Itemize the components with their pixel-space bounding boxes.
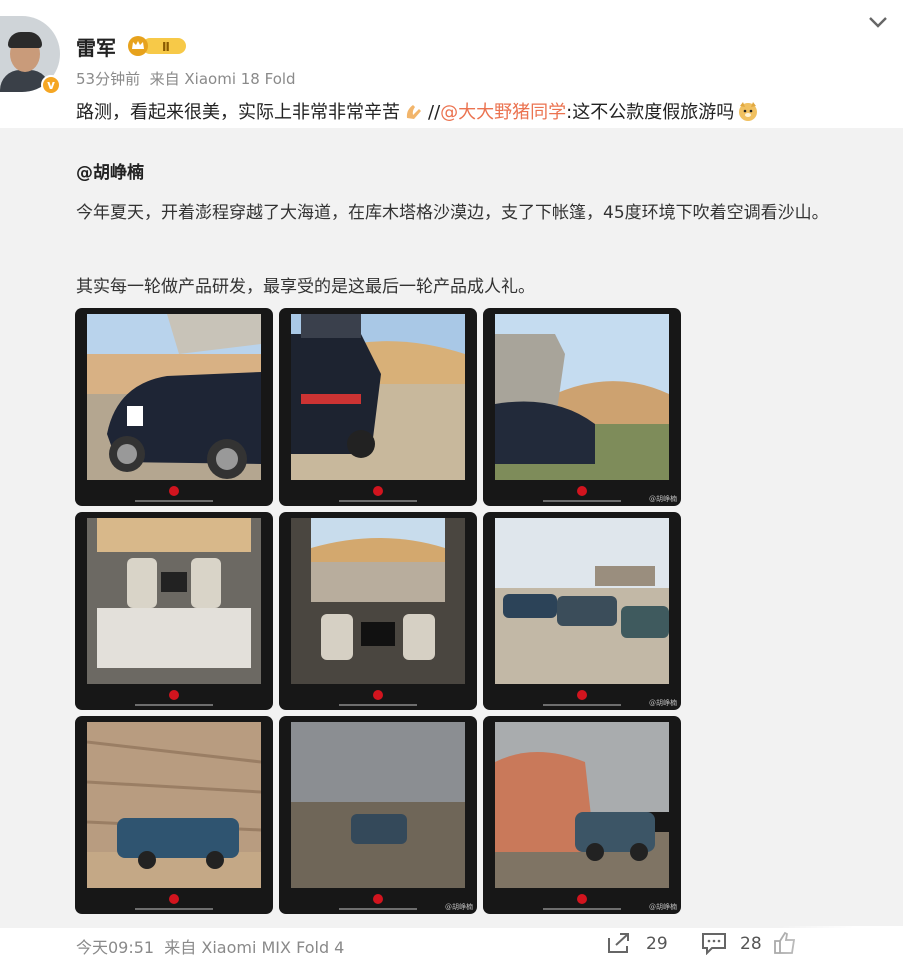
post-source: 来自 Xiaomi 18 Fold (149, 70, 296, 88)
repost-box: @胡峥楠 今年夏天，开着澎程穿越了大海道，在库木塔格沙漠边，支了下帐篷，45度环… (0, 128, 903, 928)
post-quote: :这不公款度假旅游吗 (566, 102, 735, 123)
repost-paragraph-2: 其实每一轮做产品研发，最享受的是这最后一轮产品成人礼。 (76, 277, 535, 297)
repost-meta: 今天09:51 来自 Xiaomi MIX Fold 4 (76, 934, 344, 958)
rank-badge-icon[interactable]: Ⅱ (128, 36, 186, 56)
repost-count[interactable]: 29 (646, 934, 668, 954)
repost-author[interactable]: @胡峥楠 (76, 158, 144, 183)
repost-time[interactable]: 今天09:51 (76, 938, 154, 957)
photo-6[interactable]: @胡峥楠 (483, 512, 681, 710)
post-time[interactable]: 53分钟前 (76, 70, 140, 88)
photo-watermark: @胡峥楠 (649, 903, 677, 911)
photo-8[interactable]: @胡峥楠 (279, 716, 477, 914)
post-meta: 53分钟前 来自 Xiaomi 18 Fold (76, 68, 296, 89)
comment-count[interactable]: 28 (740, 934, 762, 954)
praying-hands-icon (406, 105, 421, 119)
photo-2[interactable] (279, 308, 477, 506)
photo-4[interactable] (75, 512, 273, 710)
footer-fade (780, 926, 903, 968)
repost-source: 来自 Xiaomi MIX Fold 4 (164, 938, 345, 957)
photo-5[interactable] (279, 512, 477, 710)
photo-watermark: @胡峥楠 (445, 903, 473, 911)
comment-icon[interactable] (701, 931, 727, 955)
share-icon[interactable] (606, 931, 632, 955)
username[interactable]: 雷军 (76, 32, 116, 61)
repost-paragraph-1: 今年夏天，开着澎程穿越了大海道，在库木塔格沙漠边，支了下帐篷，45度环境下吹着空… (76, 203, 829, 223)
verified-badge-icon: v (41, 75, 61, 95)
chevron-down-icon[interactable] (866, 12, 890, 32)
rank-badge-text: Ⅱ (162, 40, 170, 54)
photo-3[interactable]: @胡峥楠 (483, 308, 681, 506)
photo-1[interactable] (75, 308, 273, 506)
photo-9[interactable]: @胡峥楠 (483, 716, 681, 914)
photo-7[interactable] (75, 716, 273, 914)
photo-watermark: @胡峥楠 (649, 495, 677, 503)
mention-link[interactable]: @大大野猪同学 (440, 102, 566, 123)
repost-separator: // (428, 102, 441, 123)
doge-icon (739, 102, 758, 121)
post-body: 路测，看起来很美，实际上非常非常辛苦 (76, 102, 400, 123)
photo-watermark: @胡峥楠 (649, 699, 677, 707)
post-text: 路测，看起来很美，实际上非常非常辛苦 //@大大野猪同学:这不公款度假旅游吗 (76, 98, 762, 124)
